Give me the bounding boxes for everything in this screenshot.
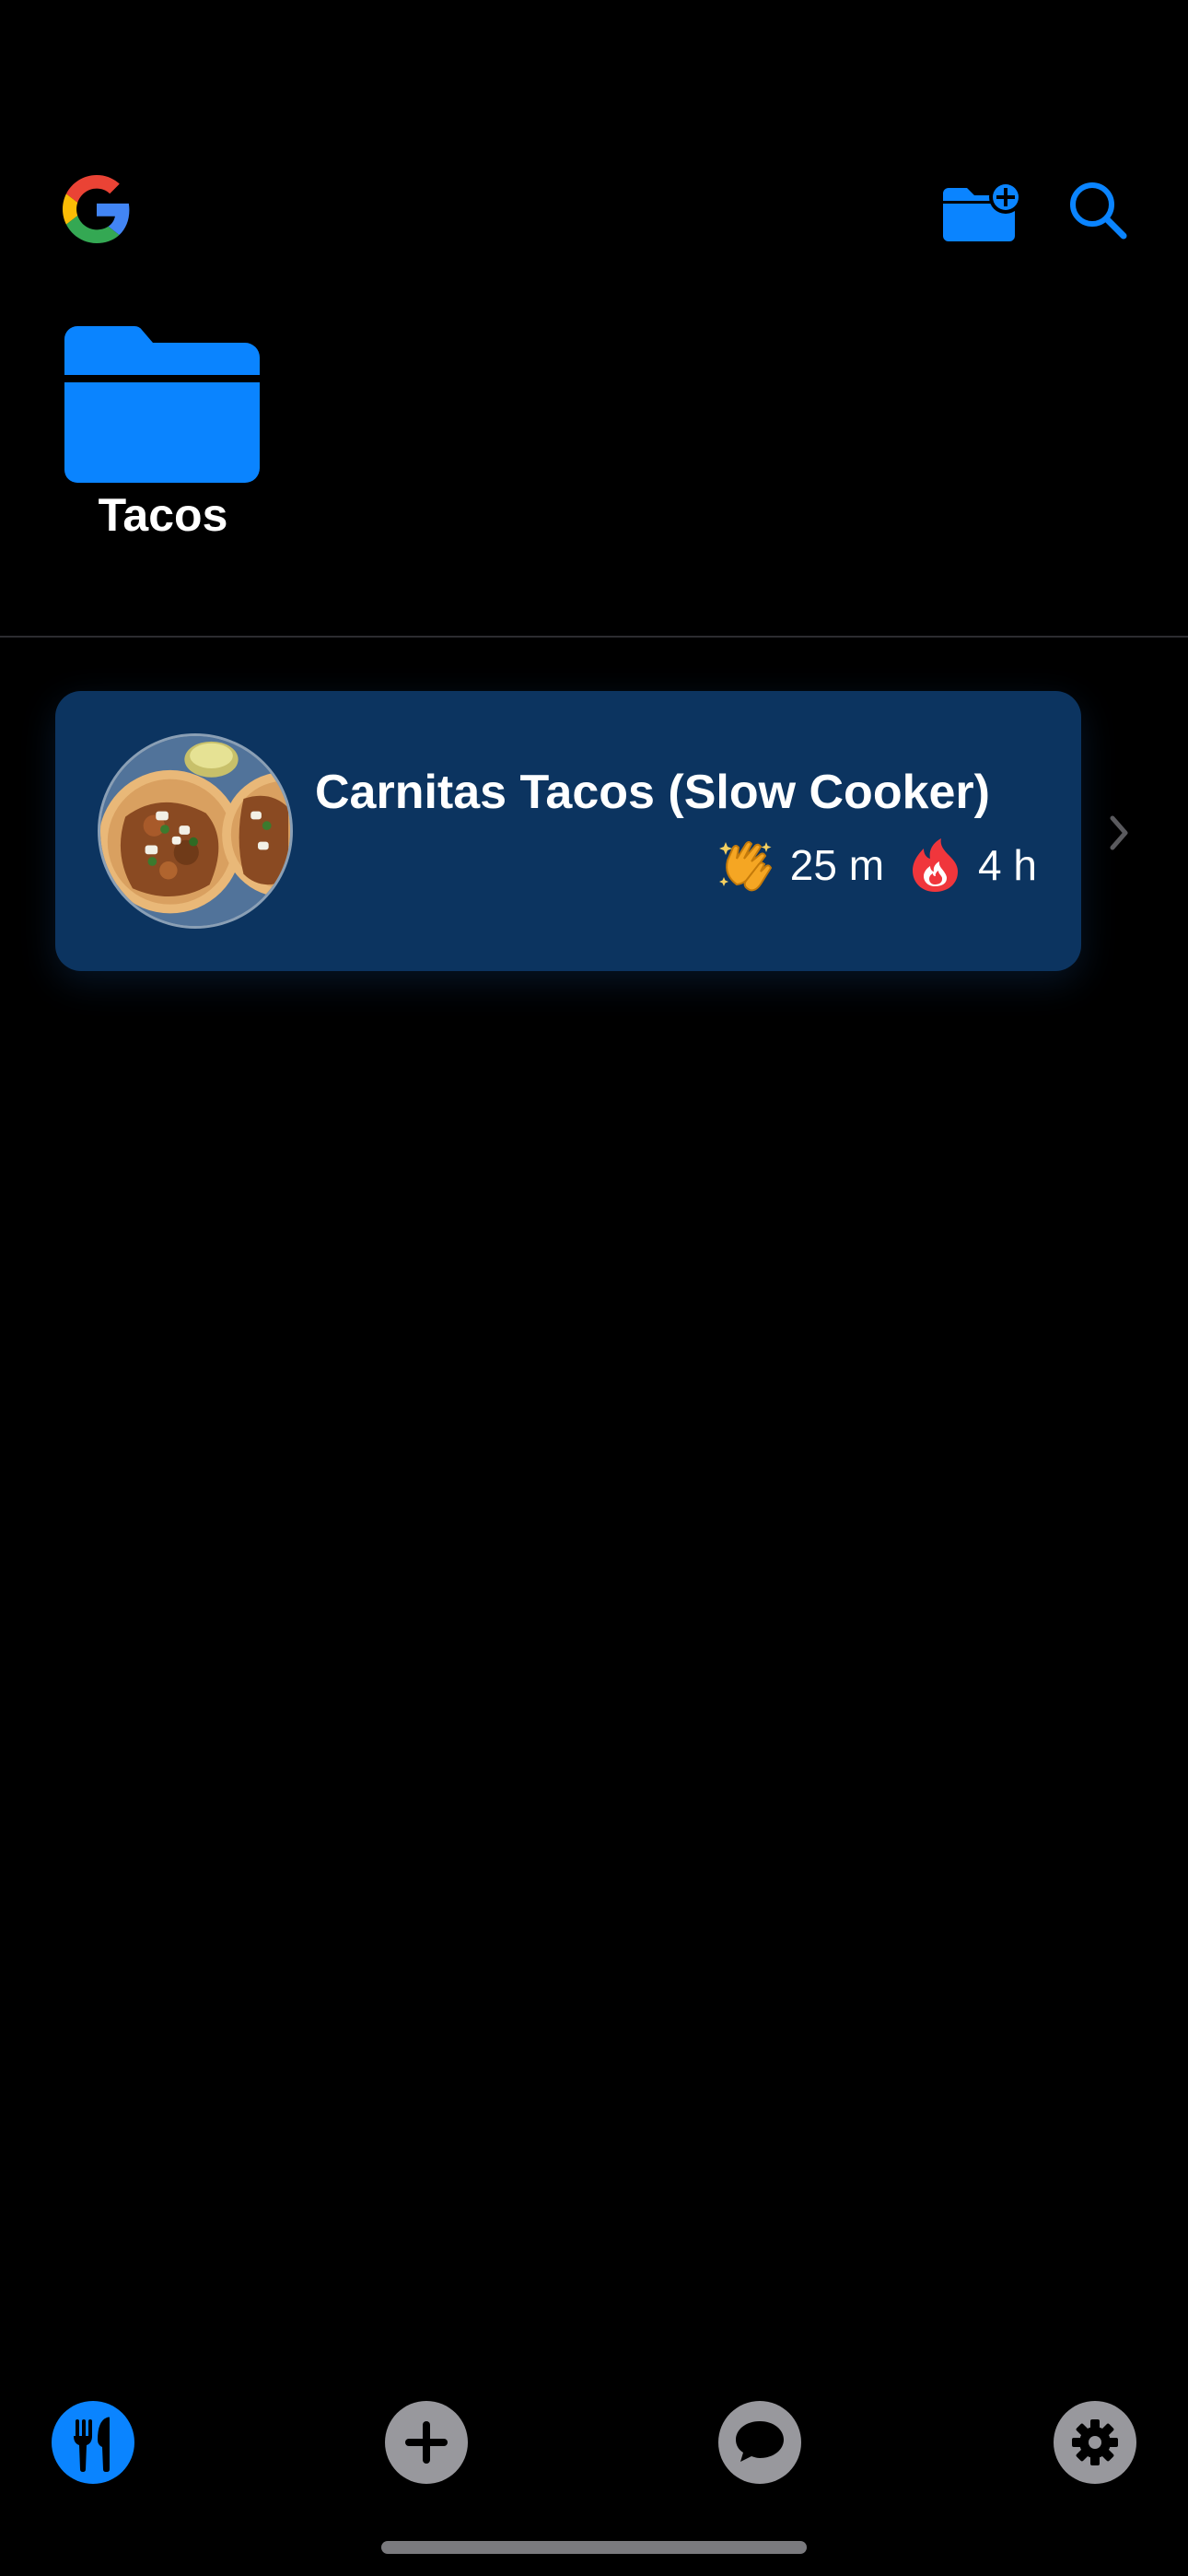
divider [0, 636, 1188, 638]
recipe-thumbnail [98, 733, 293, 929]
clapping-hands-icon [718, 841, 772, 892]
folder-item[interactable]: Tacos [63, 326, 263, 547]
folder-icon [64, 326, 260, 483]
tab-settings[interactable] [1054, 2401, 1136, 2484]
chevron-right-icon[interactable] [1105, 811, 1133, 855]
plus-icon [385, 2401, 468, 2484]
tab-chat[interactable] [718, 2401, 801, 2484]
search-button[interactable] [1066, 179, 1129, 241]
folder-plus-icon [939, 181, 1022, 241]
fire-icon [913, 838, 959, 892]
folder-label: Tacos [98, 489, 228, 541]
fork-knife-icon [52, 2401, 134, 2484]
google-g-icon[interactable] [63, 175, 131, 243]
cook-time: 4 h [978, 841, 1037, 889]
tab-add[interactable] [385, 2401, 468, 2484]
recipe-card[interactable]: Carnitas Tacos (Slow Cooker) 25 m 4 h [55, 691, 1081, 971]
prep-time: 25 m [789, 841, 885, 889]
tab-recipes[interactable] [52, 2401, 134, 2484]
search-icon [1070, 182, 1127, 240]
recipe-meta: 25 m 4 h [718, 835, 1037, 896]
gear-icon [1054, 2401, 1136, 2484]
speech-bubble-icon [718, 2401, 801, 2484]
new-folder-button[interactable] [939, 181, 1024, 243]
recipe-title: Carnitas Tacos (Slow Cooker) [315, 766, 990, 819]
home-indicator[interactable] [381, 2541, 807, 2554]
